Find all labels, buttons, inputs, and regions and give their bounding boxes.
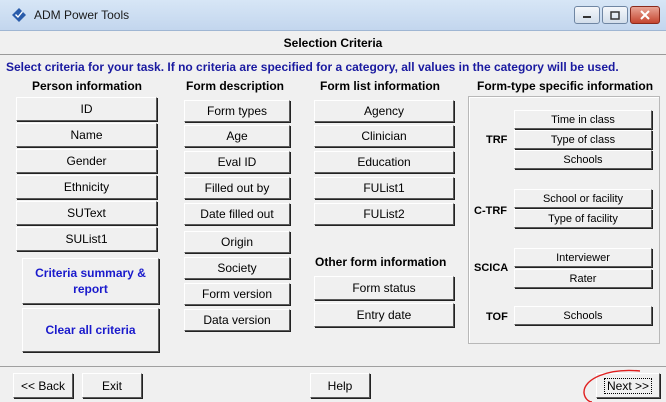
clinician-button[interactable]: Clinician [314, 125, 454, 147]
other-form-information-header: Other form information [315, 255, 447, 269]
education-button[interactable]: Education [314, 151, 454, 173]
gender-button[interactable]: Gender [16, 149, 157, 173]
age-button[interactable]: Age [184, 125, 290, 147]
date-filled-out-button[interactable]: Date filled out [184, 203, 290, 225]
ctrf-school-or-facility-button[interactable]: School or facility [514, 189, 652, 208]
scica-rater-button[interactable]: Rater [514, 269, 652, 288]
filled-out-by-button[interactable]: Filled out by [184, 177, 290, 199]
scica-label: SCICA [474, 262, 509, 274]
next-button[interactable]: Next >> [596, 373, 660, 398]
maximize-button[interactable] [602, 6, 628, 24]
close-button[interactable] [630, 6, 660, 24]
name-button[interactable]: Name [16, 123, 157, 147]
fulist1-button[interactable]: FUList1 [314, 177, 454, 199]
section-title: Selection Criteria [283, 36, 383, 50]
origin-button[interactable]: Origin [184, 231, 290, 253]
entry-date-button[interactable]: Entry date [314, 303, 454, 327]
next-button-label: Next >> [603, 377, 653, 394]
sulist1-button[interactable]: SUList1 [16, 227, 157, 251]
criteria-summary-line2: report [73, 282, 108, 296]
app-window: ADM Power Tools Selection Criteria Selec… [0, 0, 666, 402]
trf-time-in-class-button[interactable]: Time in class [514, 110, 652, 129]
id-button[interactable]: ID [16, 97, 157, 121]
window-title: ADM Power Tools [34, 8, 130, 22]
divider [0, 54, 666, 55]
eval-id-button[interactable]: Eval ID [184, 151, 290, 173]
form-types-button[interactable]: Form types [184, 100, 290, 122]
fulist2-button[interactable]: FUList2 [314, 203, 454, 225]
sutext-button[interactable]: SUText [16, 201, 157, 225]
back-button[interactable]: << Back [13, 373, 73, 398]
title-bar[interactable]: ADM Power Tools [0, 0, 666, 31]
ctrf-label: C-TRF [474, 205, 507, 217]
ctrf-type-of-facility-button[interactable]: Type of facility [514, 209, 652, 228]
app-icon [12, 8, 26, 22]
form-type-specific-header: Form-type specific information [477, 79, 654, 93]
form-list-information-header: Form list information [320, 79, 440, 93]
tof-schools-button[interactable]: Schools [514, 306, 652, 325]
help-button[interactable]: Help [310, 373, 370, 398]
ethnicity-button[interactable]: Ethnicity [16, 175, 157, 199]
criteria-summary-line1: Criteria summary & [35, 266, 146, 280]
form-description-header: Form description [186, 79, 285, 93]
agency-button[interactable]: Agency [314, 100, 454, 122]
person-information-header: Person information [32, 79, 143, 93]
instructions-text: Select criteria for your task. If no cri… [6, 60, 619, 74]
form-status-button[interactable]: Form status [314, 276, 454, 300]
scica-interviewer-button[interactable]: Interviewer [514, 248, 652, 267]
clear-all-criteria-button[interactable]: Clear all criteria [22, 308, 159, 352]
close-icon [640, 10, 650, 20]
data-version-button[interactable]: Data version [184, 309, 290, 331]
minimize-icon [583, 16, 591, 18]
trf-label: TRF [486, 134, 508, 146]
trf-type-of-class-button[interactable]: Type of class [514, 130, 652, 149]
minimize-button[interactable] [574, 6, 600, 24]
tof-label: TOF [486, 311, 508, 323]
trf-schools-button[interactable]: Schools [514, 150, 652, 169]
maximize-icon [610, 10, 620, 20]
form-version-button[interactable]: Form version [184, 283, 290, 305]
criteria-summary-report-button[interactable]: Criteria summary & report [22, 258, 159, 304]
society-button[interactable]: Society [184, 257, 290, 279]
exit-button[interactable]: Exit [82, 373, 142, 398]
